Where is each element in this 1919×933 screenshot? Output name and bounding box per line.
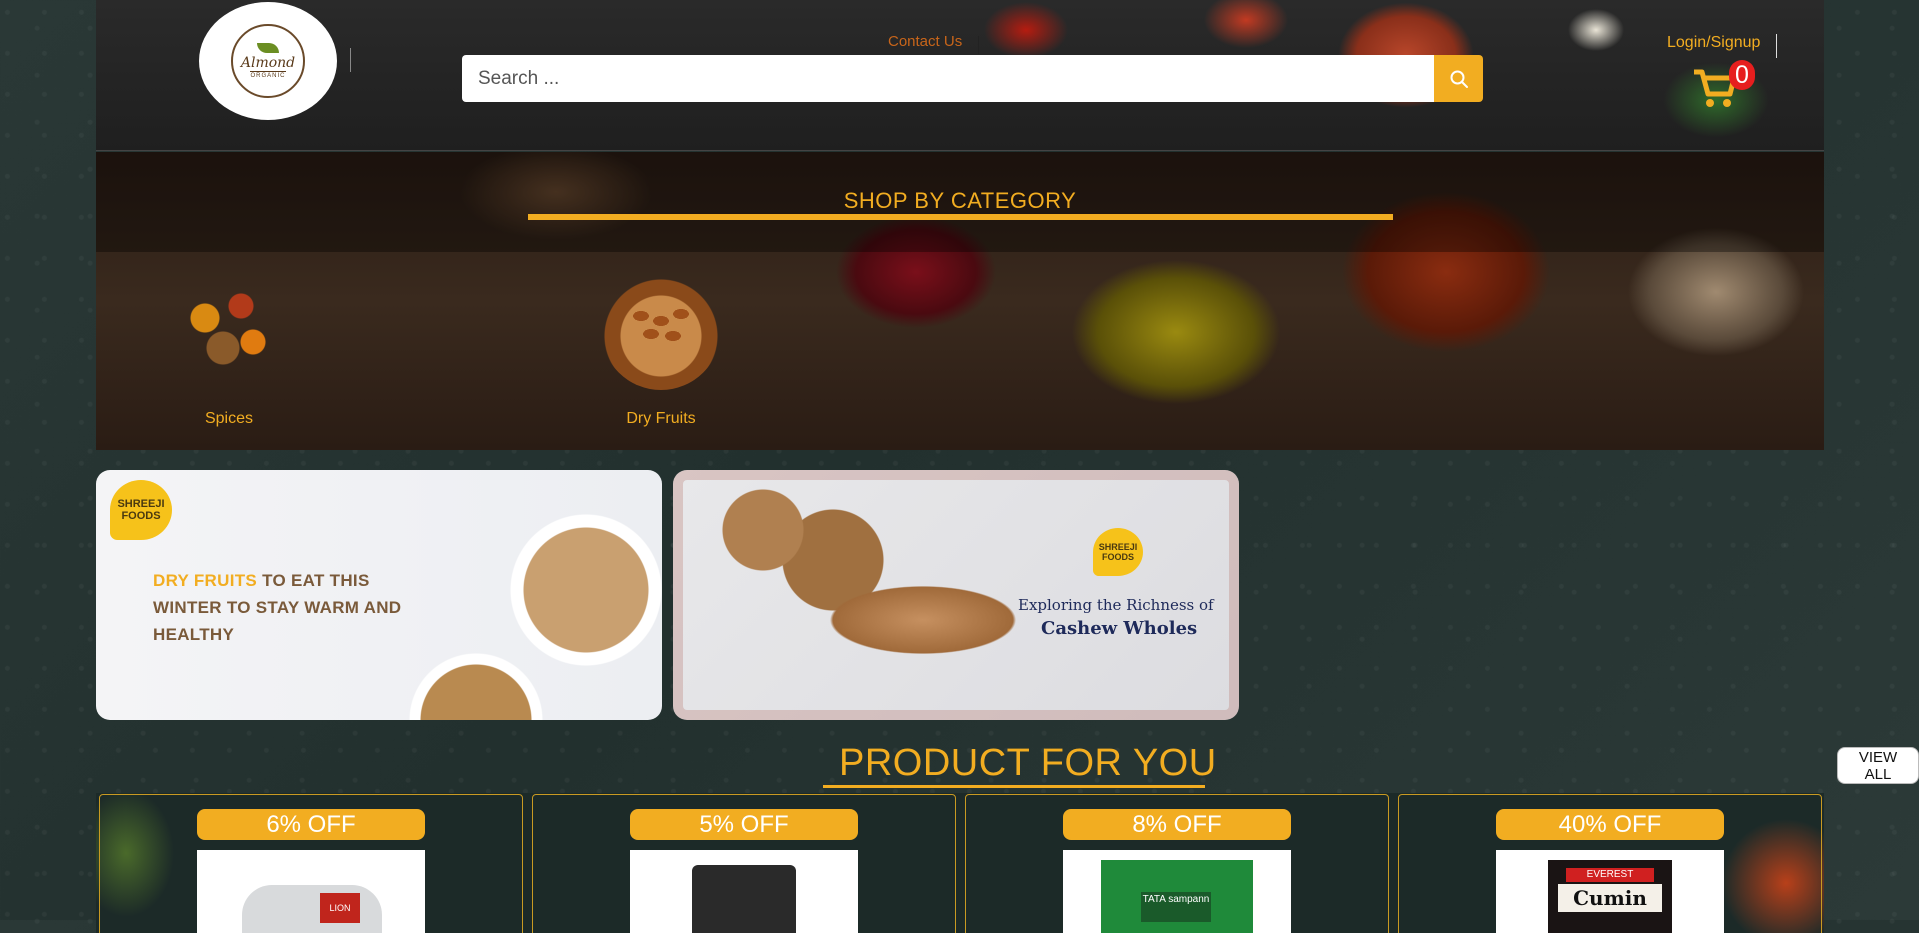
category-title: SHOP BY CATEGORY (843, 188, 1077, 213)
product-package: LION (242, 885, 382, 933)
product-image: EVEREST Cumin (1496, 850, 1724, 933)
products-title-underline (823, 785, 1205, 788)
login-signup-link[interactable]: Login/Signup (1667, 34, 1760, 52)
logo-tagline: ORGANIC (250, 71, 286, 79)
discount-badge: 5% OFF (630, 809, 858, 840)
logo-emblem: Almond ORGANIC (231, 24, 305, 98)
category-title-underline (528, 214, 1393, 220)
search-bar (462, 55, 1483, 102)
banner-headline: DRY FRUITS TO EAT THIS WINTER TO STAY WA… (153, 567, 433, 648)
product-image (630, 850, 858, 933)
product-card[interactable]: 40% OFF EVEREST Cumin (1398, 794, 1822, 933)
login-divider (1776, 34, 1777, 58)
product-list: 6% OFF LION 5% OFF 8% OFF TATA sampann 4… (96, 793, 1824, 933)
nav-divider (978, 36, 979, 54)
logo-divider (350, 48, 351, 72)
discount-badge: 40% OFF (1496, 809, 1724, 840)
banner-title: Cashew Wholes (1041, 618, 1198, 639)
products-title: PRODUCT FOR YOU (839, 742, 1217, 784)
dry-fruits-image (601, 270, 721, 390)
shreeji-foods-badge: SHREEJI FOODS (1093, 528, 1143, 576)
search-icon (1450, 70, 1468, 88)
site-logo[interactable]: Almond ORGANIC (199, 2, 337, 120)
contact-us-link[interactable]: Contact Us (888, 33, 962, 50)
product-package: EVEREST Cumin (1548, 860, 1672, 933)
product-image: TATA sampann (1063, 850, 1291, 933)
shreeji-foods-badge: SHREEJI FOODS (110, 480, 172, 540)
banner-headline-accent: DRY FRUITS (153, 571, 258, 590)
package-brand: EVEREST (1566, 868, 1654, 882)
category-label: Spices (204, 410, 254, 427)
product-package (692, 865, 796, 933)
product-image: LION (197, 850, 425, 933)
product-card[interactable]: 5% OFF (532, 794, 956, 933)
badge-text: SHREEJI FOODS (117, 498, 165, 522)
cart-count-badge: 0 (1729, 60, 1755, 90)
logo-name: Almond (240, 55, 296, 71)
spices-image (169, 270, 289, 390)
category-item-dry-fruits[interactable]: Dry Fruits (591, 270, 731, 428)
products-header: PRODUCT FOR YOU VIEW ALL (96, 735, 1919, 795)
view-all-button[interactable]: VIEW ALL (1837, 747, 1919, 784)
package-brand: LION (320, 893, 360, 923)
discount-badge: 6% OFF (197, 809, 425, 840)
leaf-icon (257, 43, 279, 53)
discount-badge: 8% OFF (1063, 809, 1291, 840)
banner-subtitle: Exploring the Richness of (1018, 596, 1214, 614)
category-label: Dry Fruits (626, 410, 696, 427)
promo-banner-dry-fruits[interactable]: SHREEJI FOODS DRY FRUITS TO EAT THIS WIN… (96, 470, 662, 720)
product-card[interactable]: 6% OFF LION (99, 794, 523, 933)
package-brand: TATA sampann (1141, 892, 1211, 922)
site-header: Almond ORGANIC Contact Us Login/Signup 0 (96, 0, 1824, 151)
search-input[interactable] (462, 55, 1434, 102)
product-package: TATA sampann (1101, 860, 1253, 933)
badge-text: SHREEJI FOODS (1098, 542, 1138, 562)
shop-by-category-section: SHOP BY CATEGORY Spices Dry Fruits (96, 152, 1824, 450)
search-button[interactable] (1434, 55, 1483, 102)
category-item-spices[interactable]: Spices (159, 270, 299, 428)
product-card[interactable]: 8% OFF TATA sampann (965, 794, 1389, 933)
package-name: Cumin (1558, 884, 1662, 912)
promo-banner-cashew[interactable]: SHREEJI FOODS Exploring the Richness of … (673, 470, 1239, 720)
